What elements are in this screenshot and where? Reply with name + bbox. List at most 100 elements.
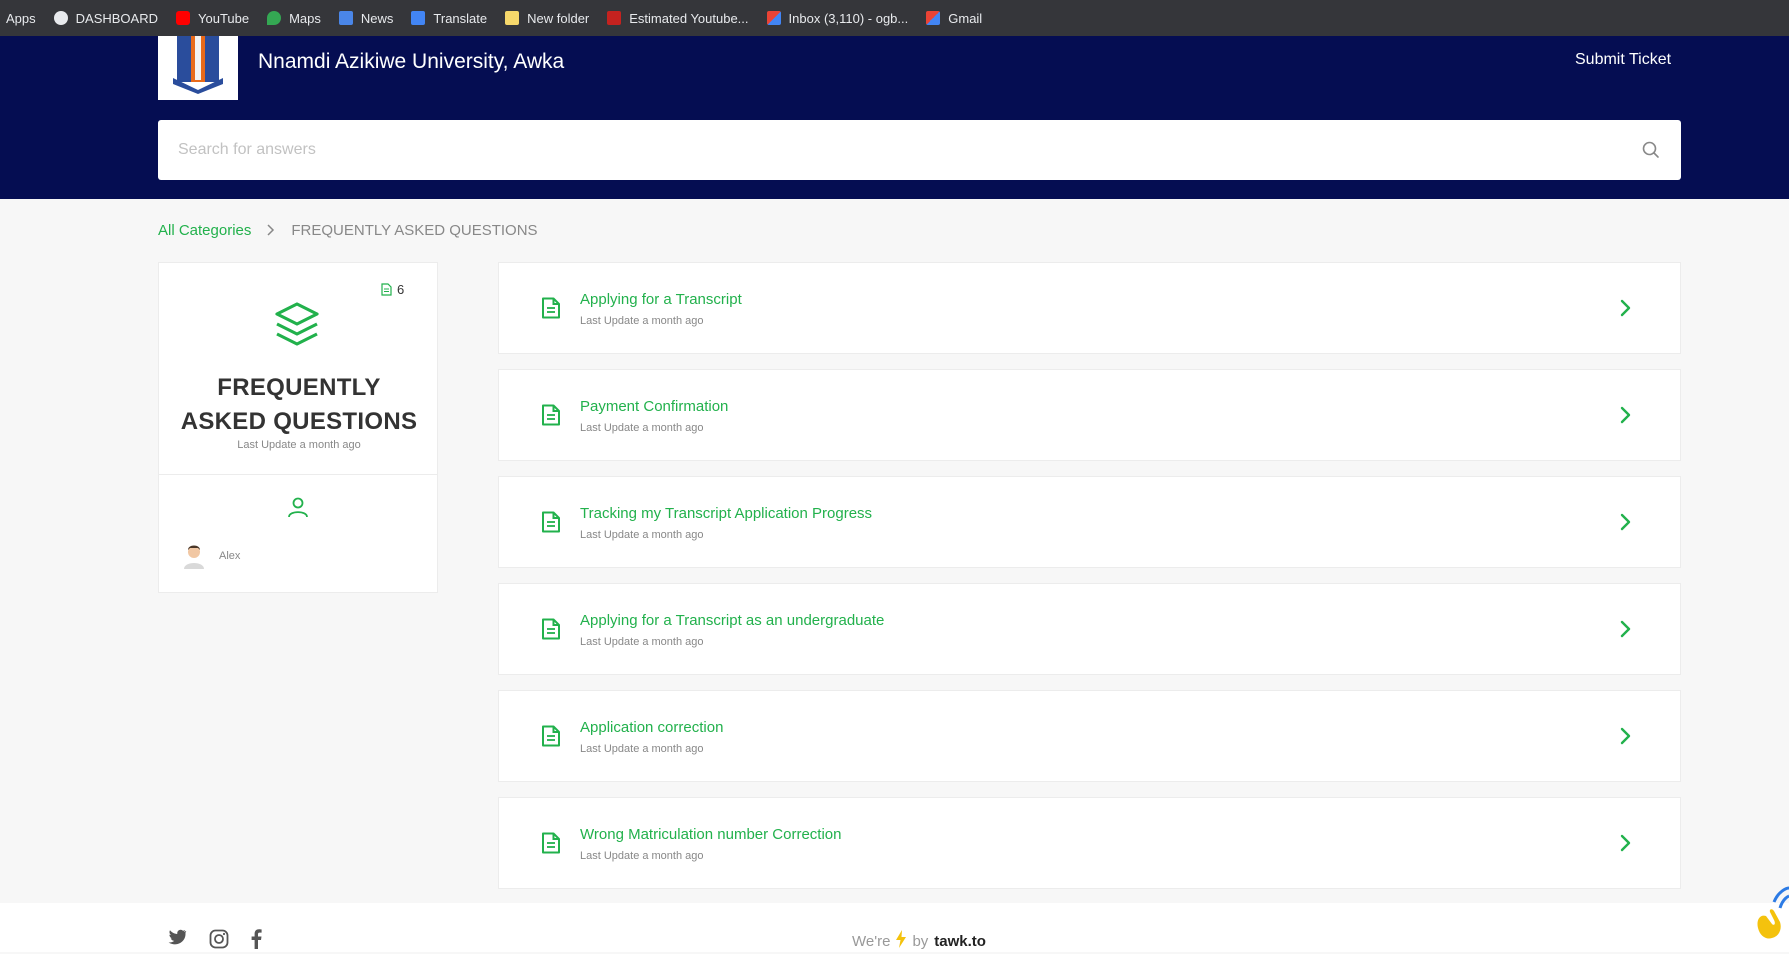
breadcrumb: All Categories FREQUENTLY ASKED QUESTION…: [158, 222, 538, 239]
author-name: Alex: [219, 550, 241, 562]
bookmark-label: DASHBOARD: [75, 10, 158, 26]
bookmark-label: New folder: [527, 10, 590, 26]
last-update-label: Last Update: [580, 743, 640, 755]
search-input[interactable]: [178, 141, 1641, 159]
last-update-value: a month ago: [642, 315, 704, 327]
chevron-right-icon[interactable]: [1620, 299, 1632, 317]
bookmark-estimated-youtube[interactable]: Estimated Youtube...: [607, 10, 749, 26]
bookmark-label: Gmail: [948, 10, 983, 26]
article-title[interactable]: Wrong Matriculation number Correction: [580, 826, 842, 843]
last-update-value: a month ago: [642, 422, 704, 434]
bookmark-label: News: [360, 10, 394, 26]
document-icon: [381, 283, 392, 296]
bookmark-new-folder[interactable]: New folder: [505, 11, 589, 26]
bookmark-apps[interactable]: Apps: [6, 11, 36, 26]
last-update-value: a month ago: [299, 439, 361, 451]
document-icon: [542, 832, 560, 854]
article-title[interactable]: Applying for a Transcript: [580, 291, 742, 308]
document-icon: [542, 297, 560, 319]
twitter-icon[interactable]: [168, 929, 187, 954]
chevron-right-icon[interactable]: [1620, 513, 1632, 531]
search-bar: [158, 120, 1681, 180]
category-last-update: Last Update a month ago: [159, 439, 439, 451]
last-update-value: a month ago: [642, 743, 704, 755]
article-last-update: Last Update a month ago: [580, 636, 706, 648]
footer: We're by tawk.to: [0, 903, 1789, 952]
bookmark-label: Maps: [289, 10, 321, 26]
article-title[interactable]: Tracking my Transcript Application Progr…: [580, 505, 872, 522]
document-icon: [542, 511, 560, 533]
user-icon: [288, 497, 308, 518]
search-icon[interactable]: [1641, 140, 1661, 160]
layers-icon: [275, 302, 319, 346]
article-card[interactable]: Payment Confirmation Last Update a month a…: [498, 369, 1681, 461]
category-title-line: ASKED QUESTIONS: [180, 408, 418, 435]
article-card[interactable]: Applying for a Transcript Last Update a mo…: [498, 262, 1681, 354]
bookmark-dashboard[interactable]: DASHBOARD: [53, 10, 158, 26]
bookmark-label: Inbox (3,110) - ogb...: [788, 10, 909, 26]
article-last-update: Last Update a month ago: [580, 850, 706, 862]
youtube-icon: [176, 11, 190, 25]
university-logo[interactable]: [158, 36, 238, 100]
chevron-right-icon[interactable]: [1620, 620, 1632, 638]
last-update-label: Last Update: [580, 529, 640, 541]
document-icon: [542, 618, 560, 640]
bookmark-maps[interactable]: Maps: [267, 11, 321, 26]
gmail-icon: [926, 11, 941, 25]
avatar: [184, 545, 204, 569]
article-title[interactable]: Payment Confirmation: [580, 398, 728, 415]
last-update-value: a month ago: [642, 850, 704, 862]
article-title[interactable]: Application correction: [580, 719, 723, 736]
site-header: Nnamdi Azikiwe University, Awka Submit T…: [0, 36, 1789, 199]
breadcrumb-current: FREQUENTLY ASKED QUESTIONS: [291, 222, 538, 239]
social-links: [168, 929, 284, 954]
author-row: Alex: [183, 543, 240, 569]
bookmark-news[interactable]: News: [338, 10, 394, 26]
article-card[interactable]: Wrong Matriculation number Correction Las…: [498, 797, 1681, 889]
article-card[interactable]: Application correction Last Update a month…: [498, 690, 1681, 782]
article-last-update: Last Update a month ago: [580, 315, 706, 327]
news-icon: [338, 11, 353, 25]
category-card: 6 FREQUENTLY ASKED QUESTIONS Last Update…: [158, 262, 438, 593]
site-title[interactable]: Nnamdi Azikiwe University, Awka: [258, 50, 564, 74]
article-last-update: Last Update a month ago: [580, 529, 706, 541]
bookmark-gmail[interactable]: Gmail: [926, 11, 982, 26]
bookmark-label: Estimated Youtube...: [629, 10, 749, 26]
lightning-icon: [896, 930, 907, 952]
category-title-line: FREQUENTLY: [217, 374, 381, 401]
chat-widget-icon[interactable]: [1748, 868, 1789, 952]
instagram-icon[interactable]: [209, 929, 229, 954]
last-update-label: Last Update: [237, 439, 297, 451]
article-count: 6: [381, 282, 404, 297]
submit-ticket-link[interactable]: Submit Ticket: [1575, 51, 1671, 69]
bookmark-translate[interactable]: Translate: [411, 11, 487, 26]
facebook-icon[interactable]: [251, 929, 262, 954]
bookmark-youtube[interactable]: YouTube: [176, 11, 249, 26]
last-update-value: a month ago: [642, 636, 704, 648]
powered-by[interactable]: We're by tawk.to: [852, 930, 986, 952]
breadcrumb-all-categories[interactable]: All Categories: [158, 222, 251, 239]
folder-icon: [505, 11, 520, 25]
last-update-label: Last Update: [580, 422, 640, 434]
gmail-icon: [766, 11, 781, 25]
document-icon: [542, 725, 560, 747]
article-card[interactable]: Tracking my Transcript Application Progr…: [498, 476, 1681, 568]
article-count-value: 6: [397, 282, 405, 297]
last-update-label: Last Update: [580, 850, 640, 862]
chevron-right-icon[interactable]: [1620, 834, 1632, 852]
document-icon: [542, 404, 560, 426]
article-last-update: Last Update a month ago: [580, 422, 706, 434]
article-card[interactable]: Applying for a Transcript as an undergra…: [498, 583, 1681, 675]
chevron-right-icon[interactable]: [1620, 727, 1632, 745]
category-summary: 6 FREQUENTLY ASKED QUESTIONS Last Update…: [159, 263, 437, 475]
bookmark-inbox[interactable]: Inbox (3,110) - ogb...: [766, 10, 909, 26]
category-title: FREQUENTLY ASKED QUESTIONS: [159, 371, 439, 439]
chevron-right-icon[interactable]: [1620, 406, 1632, 424]
last-update-value: a month ago: [642, 529, 704, 541]
translate-icon: [411, 11, 426, 25]
article-title[interactable]: Applying for a Transcript as an undergra…: [580, 612, 884, 629]
bookmark-label: YouTube: [198, 10, 250, 26]
chart-icon: [607, 11, 622, 25]
globe-icon: [53, 11, 68, 25]
chevron-right-icon: [267, 223, 275, 239]
